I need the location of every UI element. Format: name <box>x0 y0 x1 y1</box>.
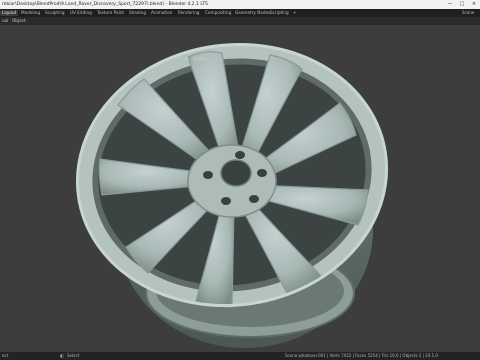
scene-selector[interactable]: Scene <box>462 10 474 16</box>
status-select: Select <box>67 353 80 358</box>
tab-shading[interactable]: Shading <box>127 10 148 16</box>
minimize-icon[interactable]: — <box>444 0 456 9</box>
wheel-render <box>75 42 389 348</box>
tab-layout[interactable]: Layout <box>0 10 19 16</box>
chevron-down-icon: ▾ <box>215 56 218 61</box>
wheel-center-bore <box>220 159 252 187</box>
window-title: mbiar\Desktop\BlendProd\9.Land_Rover_Dis… <box>2 2 208 7</box>
close-icon[interactable]: × <box>468 0 480 9</box>
window-title-bar: mbiar\Desktop\BlendProd\9.Land_Rover_Dis… <box>0 0 480 9</box>
add-workspace-button[interactable]: + <box>291 10 299 16</box>
tab-sculpting[interactable]: Sculpting <box>43 10 67 16</box>
status-stats: Scene.whatever.001 | Verts 7422 | Faces … <box>285 353 438 358</box>
tab-scripting[interactable]: Scripting <box>268 10 291 16</box>
workspace-bar: Layout Modeling Sculpting UV Editing Tex… <box>0 9 480 17</box>
status-bar: ect ◧ Select Scene.whatever.001 | Verts … <box>0 352 480 360</box>
tab-compositing[interactable]: Compositing <box>203 10 233 16</box>
tab-rendering[interactable]: Rendering <box>176 10 201 16</box>
menu-view[interactable]: ual <box>2 17 8 25</box>
status-left: ect <box>2 353 9 358</box>
lug-hole-5 <box>203 171 213 179</box>
mouse-icon: ◧ <box>60 353 64 358</box>
orientation-label: Global <box>193 56 207 61</box>
lug-hole-2 <box>257 169 267 177</box>
tab-animation[interactable]: Animation <box>149 10 174 16</box>
viewport-header: ual Object <box>0 17 480 25</box>
maximize-icon[interactable]: □ <box>456 0 468 9</box>
lug-hole-1 <box>235 151 245 159</box>
3d-viewport[interactable]: ⊕ Global ▾ <box>0 25 480 352</box>
tab-uv-editing[interactable]: UV Editing <box>68 10 94 16</box>
global-orientation-icon: ⊕ <box>185 56 189 61</box>
menu-object[interactable]: Object <box>12 17 26 25</box>
lug-hole-3 <box>249 195 259 203</box>
tab-texture-paint[interactable]: Texture Paint <box>95 10 126 16</box>
tab-modeling[interactable]: Modeling <box>19 10 42 16</box>
lug-hole-4 <box>221 197 231 205</box>
tab-geometry-nodes[interactable]: Geometry Nodes <box>233 10 272 16</box>
